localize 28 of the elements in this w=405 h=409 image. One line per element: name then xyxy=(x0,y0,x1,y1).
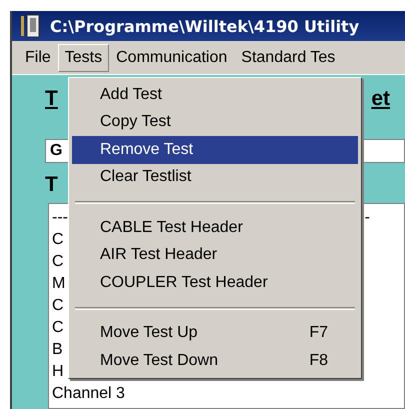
menu-item[interactable]: AIR Test Header xyxy=(72,242,358,269)
menu-item[interactable]: Clear Testlist xyxy=(72,164,358,191)
menu-item[interactable]: Move Test Down F8 xyxy=(72,347,358,374)
menu-item[interactable]: CABLE Test Header xyxy=(72,214,358,242)
list-item[interactable]: C xyxy=(52,251,64,273)
app-icon xyxy=(20,14,42,38)
menu-item[interactable]: Remove Test xyxy=(72,136,358,164)
list-item[interactable]: C xyxy=(52,317,64,339)
menu-item[interactable]: Communication xyxy=(109,44,234,72)
section-heading: et xyxy=(371,87,390,112)
menu-item[interactable]: Copy Test xyxy=(72,108,358,136)
menu-item[interactable]: Move Test Up F7 xyxy=(72,320,358,347)
section-heading: T xyxy=(45,173,58,196)
list-item: - xyxy=(364,208,370,228)
list-item[interactable]: H xyxy=(52,361,64,383)
list-item[interactable]: --- xyxy=(52,207,68,229)
list-item[interactable]: C xyxy=(52,295,64,317)
menu-item[interactable]: Tests xyxy=(58,44,110,72)
window-title: C:\Programme\Willtek\4190 Utility xyxy=(50,16,360,36)
menu-item[interactable]: COUPLER Test Header xyxy=(72,269,358,296)
menu-item[interactable]: Standard Tes xyxy=(234,44,342,72)
menu-item[interactable]: File xyxy=(18,44,58,72)
list-item[interactable]: Channel 3 xyxy=(52,383,125,405)
list-item[interactable]: C xyxy=(52,229,64,251)
list-item[interactable]: M xyxy=(52,273,66,295)
section-heading: T xyxy=(45,87,58,112)
menu-item[interactable]: Add Test xyxy=(72,81,358,108)
list-item[interactable]: B xyxy=(52,339,63,361)
